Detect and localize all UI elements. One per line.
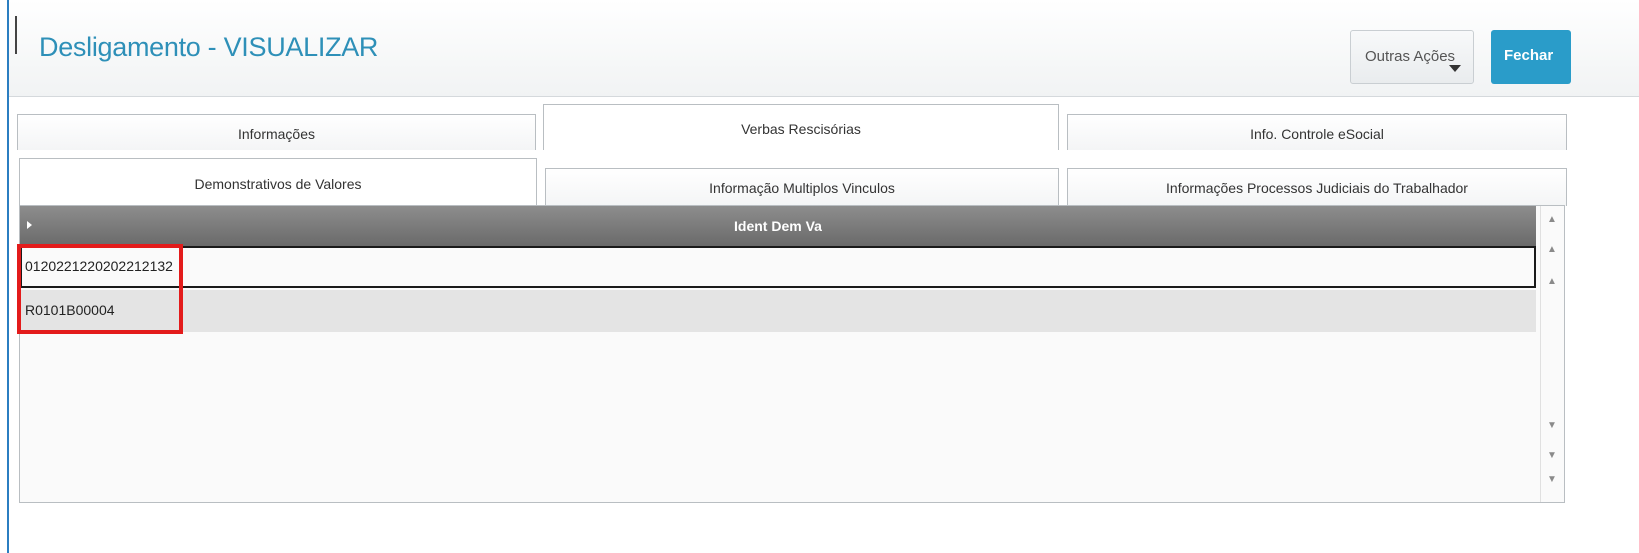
scroll-down-icon[interactable]: ▼	[1546, 420, 1558, 432]
scroll-top-icon[interactable]: ▲	[1546, 214, 1558, 226]
grid-header: Ident Dem Va	[20, 206, 1536, 246]
page-title: Desligamento - VISUALIZAR	[39, 32, 379, 62]
page-header: Desligamento - VISUALIZAR Outras Ações F…	[9, 0, 1639, 97]
scroll-page-down-icon[interactable]: ▼	[1546, 450, 1558, 462]
close-button[interactable]: Fechar	[1491, 30, 1571, 84]
data-grid: Ident Dem Va 0120221220202212132 R0101B0…	[19, 205, 1565, 503]
header-divider	[15, 16, 17, 54]
table-cell: R0101B00004	[25, 302, 115, 318]
table-row[interactable]: R0101B00004	[20, 290, 1536, 332]
tab-verbas-rescisorias[interactable]: Verbas Rescisórias	[543, 104, 1059, 150]
column-header-ident-dem-va[interactable]: Ident Dem Va	[20, 218, 1536, 234]
scroll-bottom-icon[interactable]: ▼	[1546, 474, 1558, 486]
window-left-border	[0, 0, 9, 553]
tab-informacao-multiplos-vinculos[interactable]: Informação Multiplos Vinculos	[545, 168, 1059, 206]
other-actions-button[interactable]: Outras Ações	[1350, 30, 1474, 84]
scroll-page-up-icon[interactable]: ▲	[1546, 244, 1558, 256]
tab-informacoes-processos-judiciais[interactable]: Informações Processos Judiciais do Traba…	[1067, 168, 1567, 206]
table-cell: 0120221220202212132	[25, 258, 173, 274]
tab-info-controle-esocial[interactable]: Info. Controle eSocial	[1067, 114, 1567, 150]
other-actions-label: Outras Ações	[1365, 48, 1456, 65]
tab-demonstrativos-de-valores[interactable]: Demonstrativos de Valores	[19, 158, 537, 206]
table-row[interactable]: 0120221220202212132	[20, 246, 1536, 288]
tab-informacoes[interactable]: Informações	[17, 114, 536, 150]
scroll-up-icon[interactable]: ▲	[1546, 276, 1558, 288]
vertical-scrollbar[interactable]: ▲ ▲ ▲ ▼ ▼ ▼	[1540, 206, 1563, 502]
caret-down-icon	[1449, 65, 1461, 72]
